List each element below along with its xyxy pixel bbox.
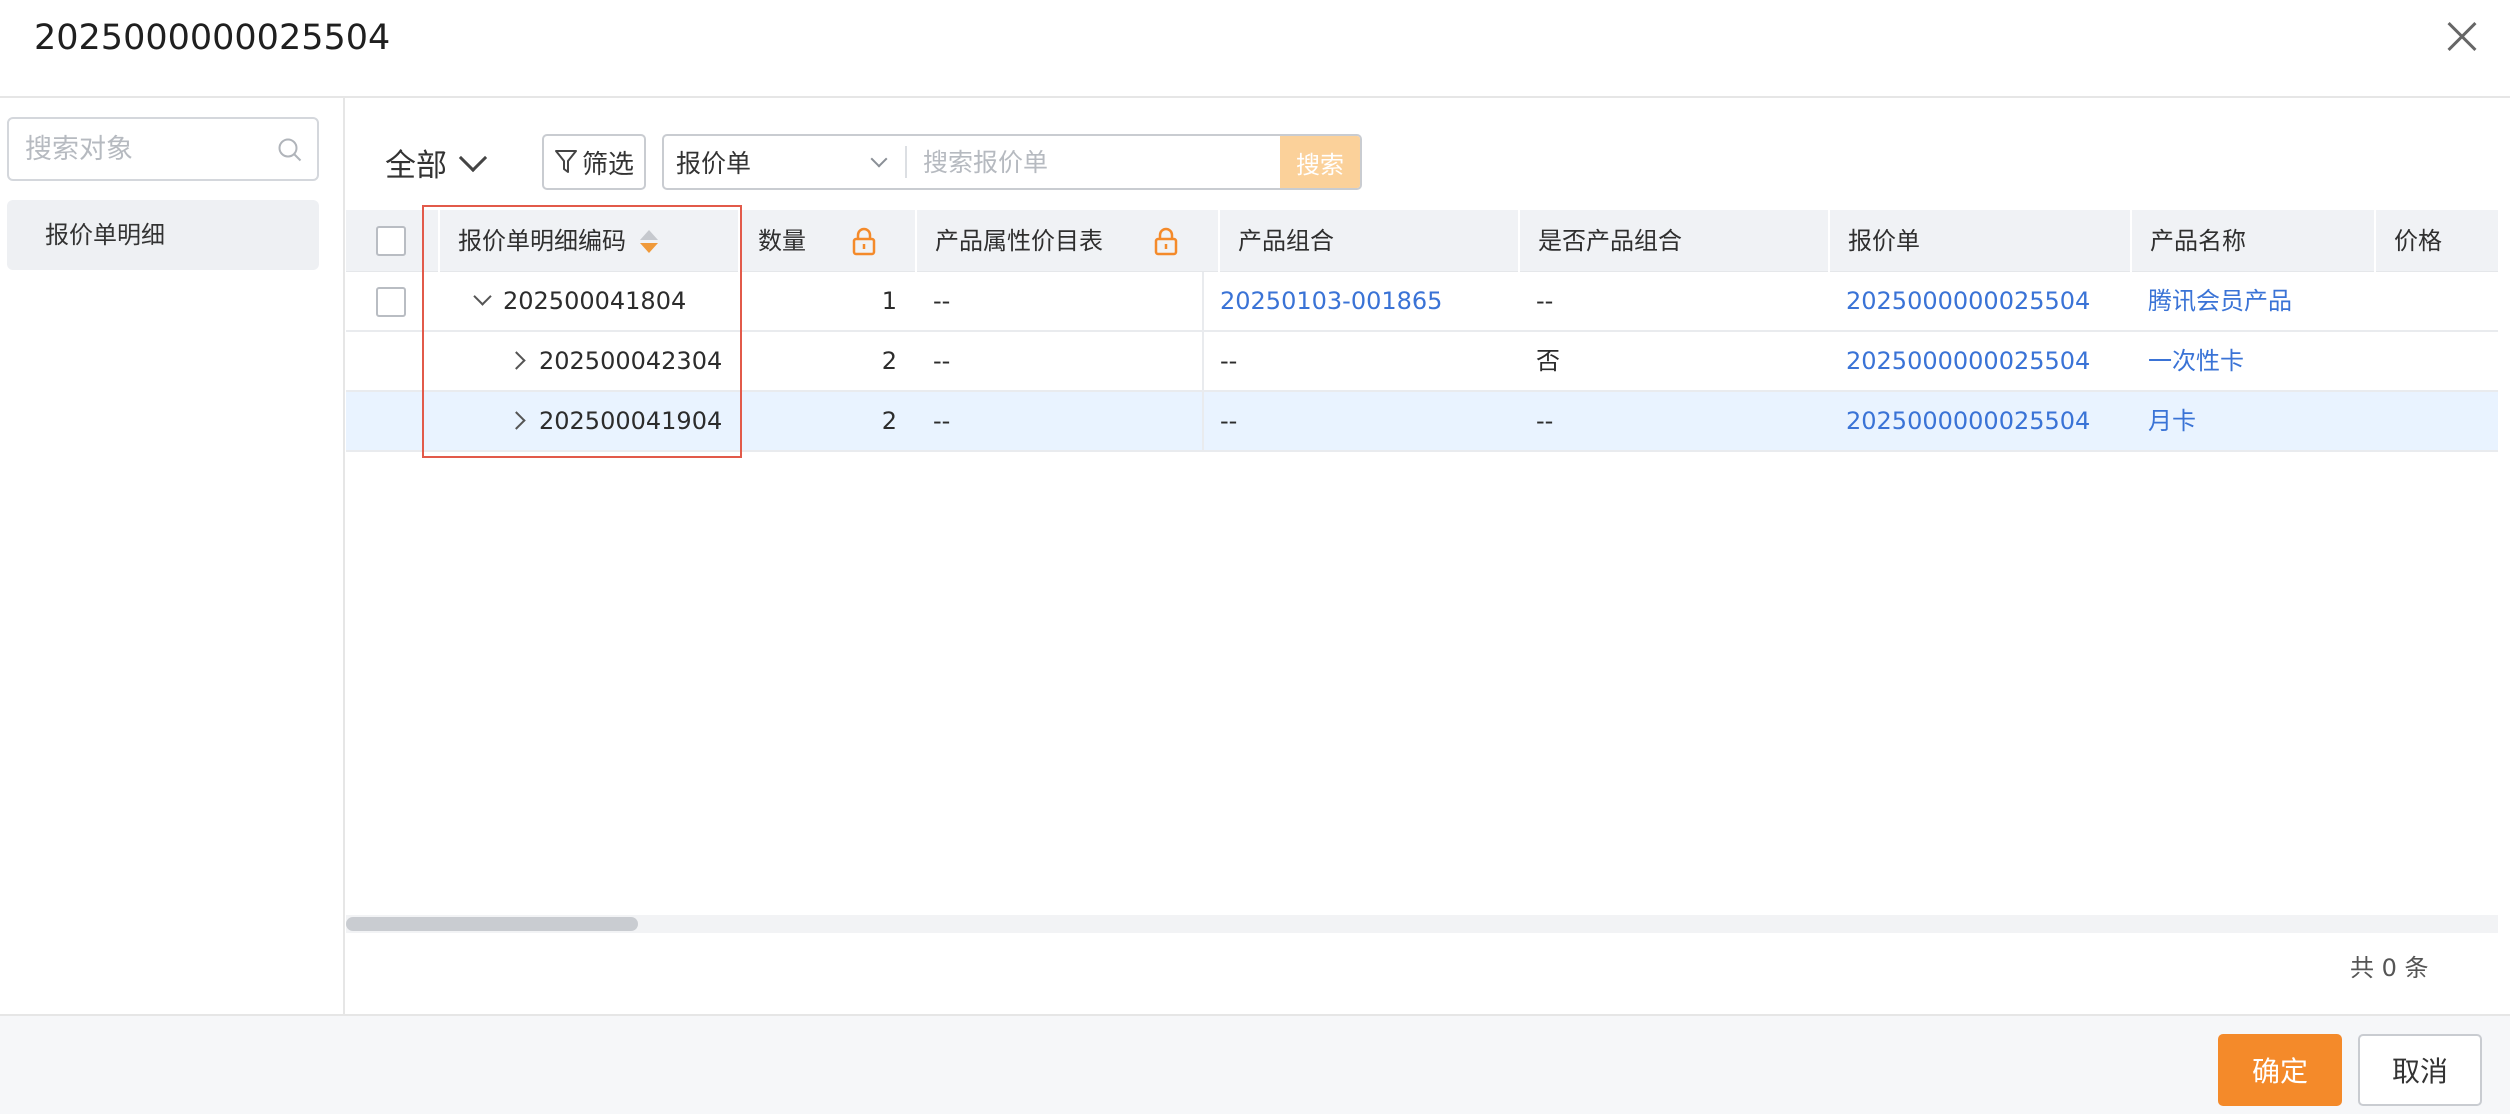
sidebar: 报价单明细	[0, 98, 345, 1014]
total-count: 共 0 条	[2350, 954, 2429, 982]
cell-quantity: 1	[881, 287, 897, 315]
chevron-down-icon[interactable]	[473, 287, 492, 306]
row-checkbox[interactable]	[376, 287, 406, 317]
cell-is-bundle: --	[1536, 287, 1554, 315]
column-header-is-bundle[interactable]: 是否产品组合	[1518, 210, 1828, 272]
cell-attr-price-list: --	[933, 407, 951, 435]
column-header-bundle[interactable]: 产品组合	[1218, 210, 1518, 272]
cell-bundle: --	[1220, 407, 1238, 435]
product-link[interactable]: 腾讯会员产品	[2130, 272, 2374, 330]
object-search	[7, 117, 319, 181]
chevron-right-icon[interactable]	[507, 411, 526, 430]
cell-quantity: 2	[881, 347, 897, 375]
dialog: 2025000000025504 报价单明细 全部 筛选 报价单 搜索	[0, 0, 2510, 1114]
lock-icon	[852, 227, 876, 256]
column-header-code[interactable]: 报价单明细编码	[438, 210, 738, 272]
column-header-quote[interactable]: 报价单	[1828, 210, 2130, 272]
product-link[interactable]: 月卡	[2130, 392, 2374, 450]
object-search-input[interactable]	[9, 119, 259, 179]
search-type-value: 报价单	[676, 149, 752, 178]
filter-label: 筛选	[581, 149, 634, 180]
column-header-price[interactable]: 价格	[2374, 210, 2498, 272]
quote-link[interactable]: 2025000000025504	[1828, 392, 2130, 450]
table-row[interactable]: 202500041804 1 -- 20250103-001865 -- 202…	[346, 272, 2498, 332]
bundle-link[interactable]: 20250103-001865	[1202, 272, 1518, 330]
search-group: 报价单 搜索	[662, 134, 1362, 190]
table-row[interactable]: 202500042304 2 -- -- 否 2025000000025504 …	[346, 332, 2498, 392]
sidebar-item-quote-detail[interactable]: 报价单明细	[7, 200, 319, 270]
scope-dropdown[interactable]: 全部	[385, 140, 488, 185]
dialog-footer: 确定 取消	[0, 1014, 2510, 1114]
confirm-button[interactable]: 确定	[2218, 1034, 2342, 1106]
cell-code: 202500041804	[458, 272, 738, 330]
select-all-checkbox[interactable]	[376, 226, 406, 256]
quote-link[interactable]: 2025000000025504	[1828, 272, 2130, 330]
cell-is-bundle: --	[1536, 407, 1554, 435]
search-button[interactable]: 搜索	[1280, 136, 1360, 188]
horizontal-scrollbar[interactable]	[346, 915, 2498, 933]
chevron-down-icon	[870, 150, 888, 168]
quote-link[interactable]: 2025000000025504	[1828, 332, 2130, 390]
cell-is-bundle: 否	[1536, 347, 1560, 375]
search-icon[interactable]	[277, 137, 303, 163]
cell-attr-price-list: --	[933, 347, 951, 375]
close-icon[interactable]	[2441, 16, 2481, 56]
column-header-quantity[interactable]: 数量	[738, 210, 915, 272]
filter-button[interactable]: 筛选	[542, 134, 646, 190]
cell-code: 202500041904	[492, 392, 738, 450]
dialog-header: 2025000000025504	[0, 0, 2510, 98]
scrollbar-thumb[interactable]	[346, 917, 638, 931]
column-header-product-name[interactable]: 产品名称	[2130, 210, 2374, 272]
scope-label: 全部	[385, 148, 447, 184]
product-link[interactable]: 一次性卡	[2130, 332, 2374, 390]
cell-code: 202500042304	[492, 332, 738, 390]
cell-quantity: 2	[881, 407, 897, 435]
table-header: 报价单明细编码 数量 产品属性价目表 产品组合 是否产品组合 报价单 产品名称 …	[346, 210, 2498, 272]
lock-icon	[1154, 227, 1178, 256]
chevron-right-icon[interactable]	[507, 351, 526, 370]
cancel-button[interactable]: 取消	[2358, 1034, 2482, 1106]
quote-search-input[interactable]	[907, 136, 1280, 188]
filter-icon	[554, 150, 577, 173]
table-row[interactable]: 202500041904 2 -- -- -- 2025000000025504…	[346, 392, 2498, 452]
search-type-select[interactable]: 报价单	[664, 136, 907, 188]
sort-icon[interactable]	[638, 229, 658, 255]
cell-attr-price-list: --	[933, 287, 951, 315]
chevron-down-icon	[458, 143, 488, 172]
cell-bundle: --	[1220, 347, 1238, 375]
dialog-title: 2025000000025504	[34, 18, 391, 58]
